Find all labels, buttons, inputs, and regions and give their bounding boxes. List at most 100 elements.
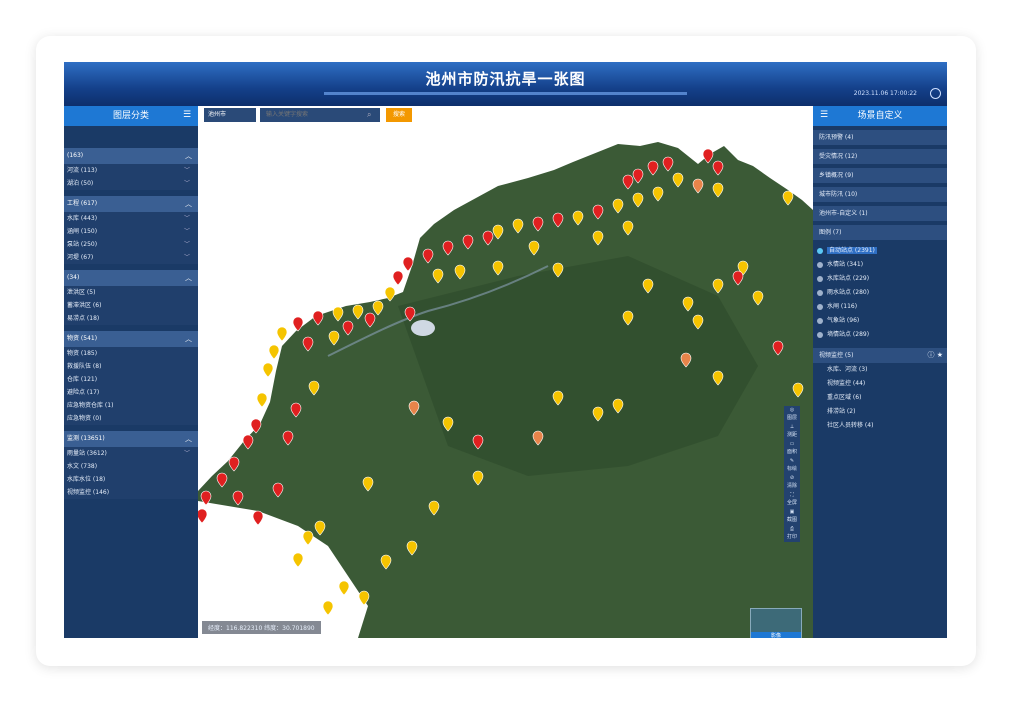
- layer-item[interactable]: 河流 (113) ﹀: [64, 164, 198, 177]
- info-star-icon[interactable]: ⓘ ★: [927, 348, 943, 363]
- monitor-head[interactable]: 视频监控 (5) ⓘ ★: [813, 348, 947, 363]
- chevron-down-icon: ﹀: [183, 180, 190, 187]
- layer-group-label: (163): [67, 152, 84, 159]
- map-toolbar: ◎ 图层 ⟂ 测距 ▭ 面积 ✎ 标绘 ⊘ 清除 ⛶ 全屏 ▣ 截图 ⎙ 打印: [784, 406, 800, 542]
- layer-item[interactable]: 雨量站 (3612) ﹀: [64, 447, 198, 460]
- monitor-item[interactable]: 视频监控 (44): [813, 377, 947, 391]
- map-marker-icon[interactable]: [268, 344, 280, 360]
- header-datetime: 2023.11.06 17:00:22: [853, 90, 917, 97]
- chevron-down-icon: ﹀: [183, 215, 190, 222]
- monitor-item[interactable]: 排涝站 (2): [813, 405, 947, 419]
- legend-item[interactable]: 雨水站点 (280): [813, 286, 947, 300]
- monitor-item[interactable]: 水库、河流 (3): [813, 363, 947, 377]
- clear-icon: ⊘: [789, 475, 795, 481]
- map-view[interactable]: 经度：116.822310 纬度：30.701890 ◎ 图层 ⟂ 测距 ▭ 面积 ✎…: [198, 106, 813, 638]
- layer-group-head[interactable]: 物资 (541) ︿: [64, 331, 198, 347]
- menu-icon[interactable]: ☰: [182, 111, 192, 120]
- legend-item[interactable]: 水情站 (341): [813, 258, 947, 272]
- legend-item[interactable]: 气象站 (96): [813, 314, 947, 328]
- legend-label: 水闸 (116): [827, 303, 858, 310]
- menu-icon[interactable]: ☰: [819, 111, 829, 120]
- map-marker-icon[interactable]: [256, 392, 268, 408]
- layer-item[interactable]: 仓库 (121): [64, 373, 198, 386]
- map-marker-icon[interactable]: [276, 326, 288, 342]
- monitor-item[interactable]: 重点区域 (6): [813, 391, 947, 405]
- left-panel-title: 图层分类 ☰: [64, 106, 198, 126]
- map-marker-icon[interactable]: [302, 530, 314, 546]
- map-marker-icon[interactable]: [262, 362, 274, 378]
- layer-item[interactable]: 泵站 (250) ﹀: [64, 238, 198, 251]
- layer-group-label: 物资 (541): [67, 335, 98, 342]
- right-panel-title: ☰ 场景自定义: [813, 106, 947, 126]
- map-marker-icon[interactable]: [392, 270, 404, 286]
- scene-item[interactable]: 池州市-自定义 (1): [813, 206, 947, 221]
- area-icon: ▭: [789, 441, 795, 447]
- legend-item[interactable]: 水闸 (116): [813, 300, 947, 314]
- layer-item[interactable]: 易涝点 (18): [64, 312, 198, 325]
- scene-item[interactable]: 防汛预警 (4): [813, 130, 947, 145]
- legend-head[interactable]: 图例 (7): [813, 225, 947, 240]
- layer-item[interactable]: 救援队伍 (8): [64, 360, 198, 373]
- tool-screenshot[interactable]: ▣ 截图: [784, 508, 800, 525]
- tool-clear[interactable]: ⊘ 清除: [784, 474, 800, 491]
- layer-group-head[interactable]: (163) ︿: [64, 148, 198, 164]
- layer-item-label: 易涝点 (18): [67, 315, 100, 322]
- printer-icon: ⎙: [789, 526, 794, 532]
- map-marker-icon[interactable]: [322, 600, 334, 616]
- layer-item[interactable]: 泄洪区 (5): [64, 286, 198, 299]
- layer-item[interactable]: 河堤 (67) ﹀: [64, 251, 198, 264]
- tool-draw[interactable]: ✎ 标绘: [784, 457, 800, 474]
- fullscreen-icon: ⛶: [790, 492, 794, 498]
- layer-item-label: 物资 (185): [67, 350, 98, 357]
- layer-group-head[interactable]: 工程 (617) ︿: [64, 196, 198, 212]
- legend-item[interactable]: 水库站点 (229): [813, 272, 947, 286]
- tool-print[interactable]: ⎙ 打印: [784, 525, 800, 542]
- layer-item[interactable]: 水文 (738): [64, 460, 198, 473]
- layer-item-label: 水库 (443): [67, 215, 98, 222]
- monitor-item[interactable]: 社区人员转移 (4): [813, 419, 947, 433]
- layer-item[interactable]: 应急物资 (0): [64, 412, 198, 425]
- region-select[interactable]: 池州市: [204, 108, 256, 122]
- legend-label: 雨水站点 (280): [827, 289, 870, 296]
- search-button[interactable]: 搜索: [386, 108, 412, 122]
- layer-group-head[interactable]: (34) ︿: [64, 270, 198, 286]
- scene-item[interactable]: 受灾情况 (12): [813, 149, 947, 164]
- map-marker-icon[interactable]: [252, 510, 264, 526]
- layer-item[interactable]: 涵闸 (150) ﹀: [64, 225, 198, 238]
- chevron-down-icon: ﹀: [183, 241, 190, 248]
- legend-item[interactable]: 自动站点 (2391): [813, 244, 947, 258]
- map-marker-icon[interactable]: [338, 580, 350, 596]
- layer-group: (163) ︿ 河流 (113) ﹀ 湖泊 (50) ﹀: [64, 148, 198, 190]
- scene-item[interactable]: 乡镇概况 (9): [813, 168, 947, 183]
- tool-layers[interactable]: ◎ 图层: [784, 406, 800, 423]
- layer-item[interactable]: 湖泊 (50) ﹀: [64, 177, 198, 190]
- layer-item[interactable]: 水库水位 (18): [64, 473, 198, 486]
- search-input[interactable]: [260, 108, 380, 122]
- search-icon[interactable]: ⌕: [367, 108, 371, 122]
- chevron-up-icon: ︿: [185, 152, 192, 160]
- layer-group: 监测 (13651) ︿ 雨量站 (3612) ﹀ 水文 (738) 水库水位 (1…: [64, 431, 198, 499]
- legend-label: 墒情站点 (289): [827, 331, 870, 338]
- legend-item[interactable]: 墒情站点 (289): [813, 328, 947, 342]
- layer-item[interactable]: 物资 (185): [64, 347, 198, 360]
- map-marker-icon[interactable]: [292, 552, 304, 568]
- scene-item[interactable]: 城市防汛 (10): [813, 187, 947, 202]
- tool-fullscreen[interactable]: ⛶ 全屏: [784, 491, 800, 508]
- layer-item[interactable]: 应急物资仓库 (1): [64, 399, 198, 412]
- basemap-thumbnail[interactable]: 影像: [750, 608, 802, 638]
- layer-item[interactable]: 视频监控 (146): [64, 486, 198, 499]
- layer-item-label: 泵站 (250): [67, 241, 98, 248]
- map-marker-icon[interactable]: [198, 508, 208, 524]
- layer-item[interactable]: 蓄滞洪区 (6): [64, 299, 198, 312]
- layer-group-head[interactable]: 监测 (13651) ︿: [64, 431, 198, 447]
- tool-measure[interactable]: ⟂ 测距: [784, 423, 800, 440]
- layer-item[interactable]: 水库 (443) ﹀: [64, 212, 198, 225]
- tool-label: 测距: [786, 432, 797, 438]
- layer-item[interactable]: 避险点 (17): [64, 386, 198, 399]
- map-canvas[interactable]: [198, 106, 813, 638]
- user-icon[interactable]: [930, 88, 941, 99]
- coordinate-readout: 经度：116.822310 纬度：30.701890: [202, 621, 321, 634]
- tool-label: 面积: [786, 449, 797, 455]
- radio-icon: [817, 304, 823, 310]
- tool-area[interactable]: ▭ 面积: [784, 440, 800, 457]
